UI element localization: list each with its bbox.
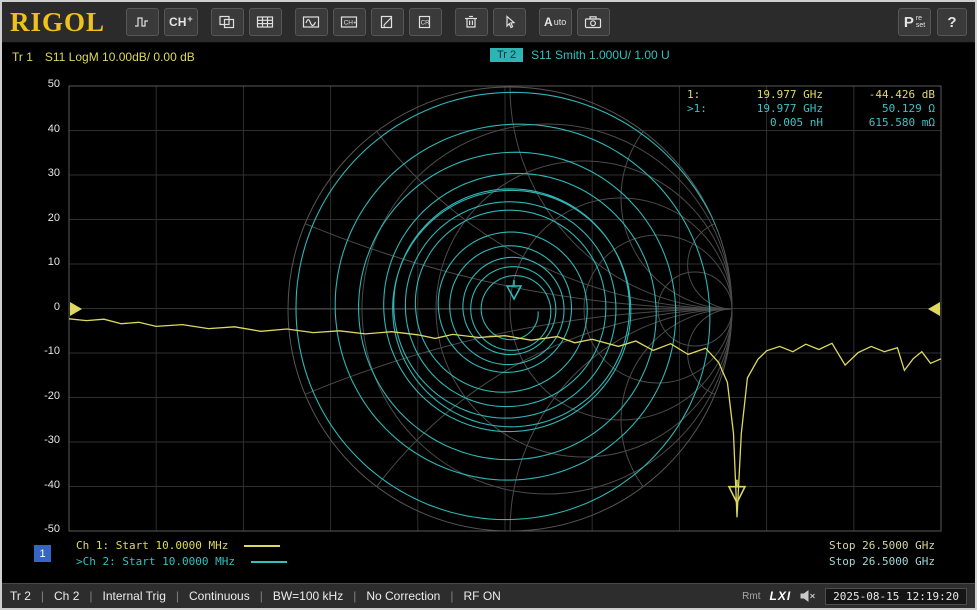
y-axis-tick-label: 30	[16, 167, 60, 179]
rigol-logo: RIGOL	[10, 9, 105, 36]
ch2-stop-label: Stop 26.5000 GHz	[829, 555, 935, 568]
marker-readout-row: 1:19.977 GHz-44.426 dB	[687, 88, 935, 102]
screenshot-button[interactable]	[577, 8, 610, 36]
pointer-icon	[500, 15, 518, 29]
ch2-line-swatch	[251, 561, 287, 563]
waveform-icon	[134, 15, 152, 29]
meas-waveform-button[interactable]	[126, 8, 159, 36]
y-axis-tick-label: -30	[16, 434, 60, 446]
trace-window-button[interactable]	[295, 8, 328, 36]
edit-file-icon	[378, 15, 396, 29]
trash-icon	[462, 15, 480, 29]
status-item: RF ON	[463, 589, 500, 603]
file-recall-button[interactable]: CR	[409, 8, 442, 36]
display-layout-button[interactable]	[211, 8, 244, 36]
trace1-label: Tr 1	[12, 50, 33, 64]
mute-icon	[800, 590, 816, 602]
y-axis-tick-label: -40	[16, 479, 60, 491]
trace1-info[interactable]: Tr 1 S11 LogM 10.00dB/ 0.00 dB	[12, 50, 195, 64]
ch1-info-row: Ch 1: Start 10.0000 MHz	[76, 539, 280, 552]
y-axis-tick-label: 40	[16, 123, 60, 135]
datetime: 2025-08-15 12:19:20	[825, 588, 967, 605]
y-axis-tick-label: 0	[16, 301, 60, 313]
ch1-start-label: Ch 1: Start 10.0000 MHz	[76, 539, 228, 552]
window-number-badge[interactable]: 1	[34, 545, 51, 562]
file-edit-button[interactable]	[371, 8, 404, 36]
status-item: No Correction	[366, 589, 440, 603]
status-items: Tr 2|Ch 2|Internal Trig|Continuous|BW=10…	[10, 589, 501, 603]
ch-plus-button[interactable]: CH+	[164, 8, 198, 36]
touch-cursor-button[interactable]	[493, 8, 526, 36]
chart-area[interactable]	[68, 85, 942, 532]
recall-file-icon: CR	[416, 15, 434, 29]
trace1-detail: S11 LogM 10.00dB/ 0.00 dB	[45, 50, 195, 64]
remote-indicator: Rmt	[742, 591, 760, 602]
status-bar: Tr 2|Ch 2|Internal Trig|Continuous|BW=10…	[2, 583, 975, 608]
status-item: BW=100 kHz	[273, 589, 343, 603]
svg-text:CR: CR	[421, 21, 430, 27]
ch2-start-label: >Ch 2: Start 10.0000 MHz	[76, 555, 235, 568]
status-item: Ch 2	[54, 589, 79, 603]
trace-annotation-bar: Tr 1 S11 LogM 10.00dB/ 0.00 dB Tr 2 S11 …	[2, 44, 975, 70]
table-icon	[256, 15, 274, 29]
channel-window-button[interactable]: CH+	[333, 8, 366, 36]
camera-icon	[584, 15, 602, 29]
marker-readout-row: 0.005 nH615.580 mΩ	[687, 116, 935, 130]
ch2-info-row: >Ch 2: Start 10.0000 MHz	[76, 555, 287, 568]
top-toolbar: RIGOL CH+ CH+ CR	[2, 2, 975, 43]
help-button[interactable]: ?	[937, 8, 967, 36]
table-view-button[interactable]	[249, 8, 282, 36]
y-axis-tick-label: -20	[16, 390, 60, 402]
y-axis-tick-label: 20	[16, 212, 60, 224]
marker-readout: 1:19.977 GHz-44.426 dB>1:19.977 GHz50.12…	[687, 88, 935, 130]
y-axis-tick-label: -50	[16, 523, 60, 535]
trace2-info[interactable]: Tr 2 S11 Smith 1.000U/ 1.00 U	[490, 48, 670, 62]
delete-button[interactable]	[455, 8, 488, 36]
preset-button[interactable]: P re set	[898, 8, 931, 36]
y-axis-tick-label: 10	[16, 256, 60, 268]
channel-window-icon: CH+	[340, 15, 358, 29]
trace2-badge: Tr 2	[490, 48, 523, 62]
status-item: Continuous	[189, 589, 250, 603]
ch1-line-swatch	[244, 545, 280, 547]
status-item: Tr 2	[10, 589, 31, 603]
windows-icon	[218, 15, 236, 29]
y-axis-tick-label: 50	[16, 78, 60, 90]
status-item: Internal Trig	[103, 589, 166, 603]
lxi-indicator: LXI	[769, 589, 791, 603]
ch1-stop-label: Stop 26.5000 GHz	[829, 539, 935, 552]
auto-scale-button[interactable]: Auto	[539, 8, 572, 36]
vna-screen: RIGOL CH+ CH+ CR	[0, 0, 977, 610]
y-axis-tick-label: -10	[16, 345, 60, 357]
marker-readout-row: >1:19.977 GHz50.129 Ω	[687, 102, 935, 116]
svg-text:CH+: CH+	[344, 20, 357, 27]
trace-window-icon	[302, 15, 320, 29]
trace2-detail: S11 Smith 1.000U/ 1.00 U	[531, 48, 670, 62]
